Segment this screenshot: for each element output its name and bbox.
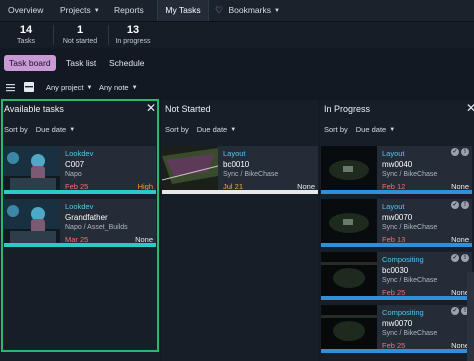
chevron-down-icon: ▼ [86, 85, 93, 91]
nav-bookmarks-label: Bookmarks [228, 5, 271, 15]
stat-in-progress[interactable]: 13 In progress [112, 24, 154, 48]
task-path: Sync / BikeChase [382, 224, 438, 231]
task-card[interactable]: Layout bc0010 Sync / BikeChase Jul 21 No… [162, 146, 318, 194]
card-info: Layout bc0010 Sync / BikeChase Jul 21 No… [223, 148, 315, 192]
check-icon: ✓ [451, 307, 459, 315]
task-name: mw0070 [382, 319, 413, 328]
stat-in-progress-label: In progress [115, 38, 151, 45]
check-icon: ✓ [451, 148, 459, 156]
task-stats: 14 Tasks 1 Not started 13 In progress [0, 22, 474, 48]
nav-my-tasks[interactable]: My Tasks [157, 0, 209, 21]
status-bar [162, 190, 318, 194]
vertical-scrollbar[interactable] [467, 272, 474, 361]
task-name: mw0040 [382, 160, 413, 169]
column-not-started: Not Started Sort by Due date ▼ Layout bc00… [161, 100, 319, 361]
sort-label: Sort by [165, 125, 189, 134]
nav-bookmarks[interactable]: ♡ Bookmarks ▼ [215, 0, 280, 21]
stat-tasks-value: 14 [19, 24, 33, 36]
task-name: bc0030 [382, 266, 409, 275]
check-icon: ✓ [451, 254, 459, 262]
project-filter-dropdown[interactable]: Any project ▼ [46, 82, 92, 94]
chevron-down-icon: ▼ [389, 127, 396, 133]
tab-task-board[interactable]: Task board [4, 55, 56, 71]
board-view-icon[interactable] [24, 82, 34, 92]
divider [108, 25, 109, 45]
status-bar [321, 349, 472, 353]
task-thumbnail [321, 199, 377, 243]
nav-reports[interactable]: Reports [114, 0, 144, 21]
sort-control[interactable]: Sort by Due date ▼ [165, 125, 236, 134]
status-bar [321, 243, 472, 247]
filter-toolbar: Any project ▼ Any note ▼ [0, 80, 474, 96]
chevron-down-icon: ▼ [273, 8, 280, 14]
stat-in-progress-value: 13 [126, 24, 140, 36]
status-bar [321, 190, 472, 194]
sort-label: Sort by [324, 125, 348, 134]
close-icon[interactable]: ✕ [466, 101, 474, 115]
column-in-progress: In Progress ✕ Sort by Due date ▼ Layout mw… [320, 100, 474, 361]
note-filter-label: Any note [99, 83, 129, 92]
note-filter-dropdown[interactable]: Any note ▼ [99, 82, 138, 94]
tab-schedule[interactable]: Schedule [104, 55, 149, 71]
task-type: Layout [223, 149, 246, 158]
heart-icon: ♡ [215, 5, 224, 15]
sort-control[interactable]: Sort by Due date ▼ [324, 125, 395, 134]
stat-tasks[interactable]: 14 Tasks [6, 24, 46, 48]
stat-not-started[interactable]: 1 Not started [58, 24, 102, 48]
nav-projects-label: Projects [60, 5, 91, 15]
column-title: Not Started [165, 104, 211, 114]
sort-value: Due date [355, 125, 387, 134]
task-path: Sync / BikeChase [382, 171, 438, 178]
task-name: mw0070 [382, 213, 413, 222]
task-thumbnail [321, 146, 377, 190]
info-icon: ! [461, 201, 469, 209]
nav-projects[interactable]: Projects ▼ [60, 0, 100, 21]
tab-task-list[interactable]: Task list [61, 55, 101, 71]
selection-highlight [1, 99, 159, 352]
task-card[interactable]: Compositing bc0030 Sync / BikeChase Feb … [321, 252, 472, 300]
task-path: Sync / BikeChase [382, 277, 438, 284]
task-path: Sync / BikeChase [223, 171, 279, 178]
info-icon: ! [461, 254, 469, 262]
project-filter-label: Any project [46, 83, 84, 92]
stat-not-started-label: Not started [62, 38, 98, 45]
info-icon: ! [461, 148, 469, 156]
task-card[interactable]: Compositing mw0070 Sync / BikeChase Feb … [321, 305, 472, 353]
task-type: Layout [382, 149, 405, 158]
top-navigation: Overview Projects ▼ Reports My Tasks ♡ Bo… [0, 0, 474, 22]
check-icon: ✓ [451, 201, 459, 209]
chevron-down-icon: ▼ [93, 8, 100, 14]
chevron-down-icon: ▼ [230, 127, 237, 133]
task-type: Compositing [382, 308, 424, 317]
task-name: bc0010 [223, 160, 250, 169]
column-title: In Progress [324, 104, 371, 114]
stat-not-started-value: 1 [76, 24, 84, 36]
task-thumbnail [162, 146, 218, 190]
task-thumbnail [321, 305, 377, 349]
task-card[interactable]: Layout mw0040 Sync / BikeChase Feb 12 No… [321, 146, 472, 194]
stat-tasks-label: Tasks [17, 38, 35, 45]
status-bar [321, 296, 472, 300]
chevron-down-icon: ▼ [131, 85, 138, 91]
view-tabs: Task board Task list Schedule [0, 52, 474, 74]
task-thumbnail [321, 252, 377, 296]
list-view-icon[interactable] [6, 83, 15, 92]
task-path: Sync / BikeChase [382, 330, 438, 337]
task-type: Layout [382, 202, 405, 211]
task-card[interactable]: Layout mw0070 Sync / BikeChase Feb 13 No… [321, 199, 472, 247]
task-type: Compositing [382, 255, 424, 264]
sort-value: Due date [196, 125, 228, 134]
divider [53, 25, 54, 45]
nav-overview[interactable]: Overview [8, 0, 43, 21]
